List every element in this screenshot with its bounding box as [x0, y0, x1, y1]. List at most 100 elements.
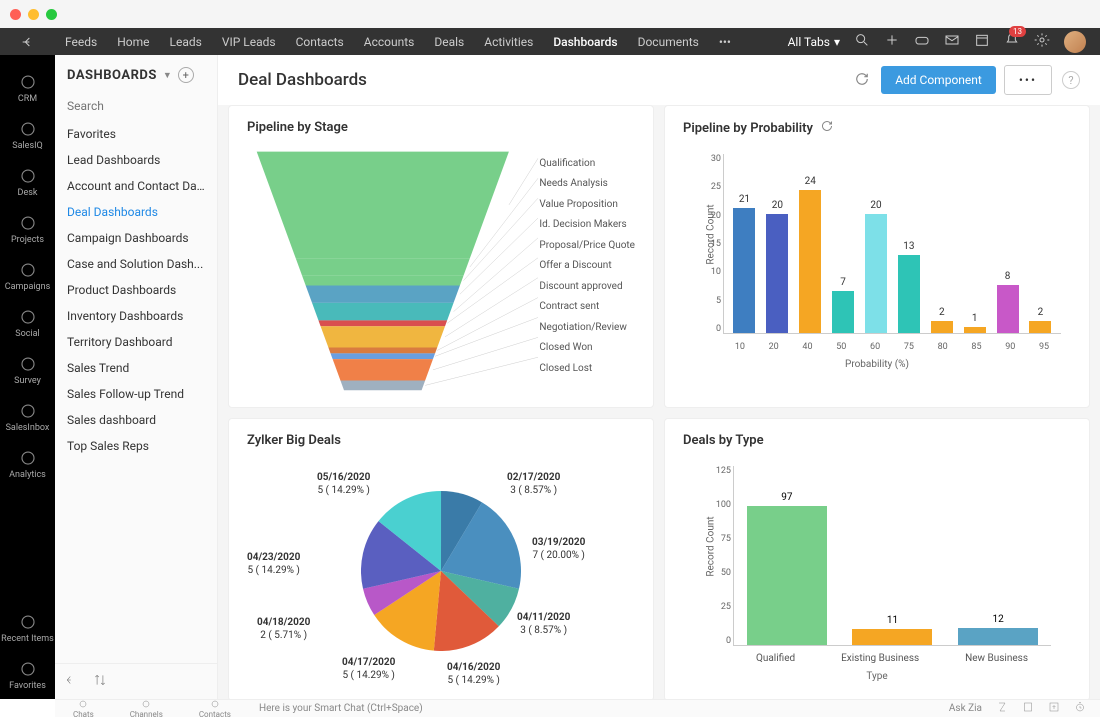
bottom-bar: ChatsChannelsContacts Here is your Smart… [55, 699, 1100, 717]
bar: 97 [747, 506, 827, 645]
topnav-tab[interactable]: Dashboards [543, 29, 627, 55]
rail-item[interactable]: SalesIQ [0, 112, 55, 159]
calendar-icon[interactable] [974, 32, 990, 51]
bar-chart: Record Count 302520151050 21202472013218… [683, 144, 1071, 374]
refresh-icon[interactable] [821, 120, 833, 136]
bar: 13 [898, 255, 920, 333]
dashboard-sidebar: DASHBOARDS ▼ + FavoritesLead DashboardsA… [55, 55, 218, 699]
topnav-tab[interactable]: Leads [160, 29, 212, 55]
app-rail: CRMSalesIQDeskProjectsCampaignsSocialSur… [0, 55, 55, 699]
sidebar-item[interactable]: Case and Solution Dash... [55, 251, 217, 277]
bottom-tab[interactable]: Channels [112, 698, 181, 719]
card-pipeline-stage: Pipeline by Stage QualificationNeeds Ana… [228, 105, 654, 408]
help-icon[interactable]: ? [1062, 71, 1080, 89]
plus-icon[interactable] [884, 32, 900, 51]
add-component-button[interactable]: Add Component [881, 66, 996, 94]
x-axis-label: Probability (%) [845, 359, 909, 370]
close-dot-icon[interactable] [10, 9, 21, 20]
bar: 20 [865, 214, 887, 333]
sidebar-item[interactable]: Territory Dashboard [55, 329, 217, 355]
funnel-stage-label: Offer a Discount [539, 256, 635, 277]
smart-chat-input[interactable]: Here is your Smart Chat (Ctrl+Space) [249, 703, 949, 714]
note-icon[interactable] [1022, 701, 1034, 716]
topnav-tab[interactable]: Contacts [286, 29, 354, 55]
topnav-tab[interactable]: Documents [628, 29, 709, 55]
topnav-tab[interactable]: Deals [424, 29, 474, 55]
bar: 11 [852, 629, 932, 645]
funnel-stage-label: Id. Decision Makers [539, 215, 635, 236]
upload-icon[interactable] [1048, 701, 1060, 716]
maximize-dot-icon[interactable] [46, 9, 57, 20]
gamepad-icon[interactable] [914, 32, 930, 51]
add-dashboard-button[interactable]: + [178, 67, 194, 83]
mail-icon[interactable] [944, 32, 960, 51]
funnel-stage-label: Qualification [539, 153, 635, 174]
funnel-stage-label: Closed Won [539, 338, 635, 359]
pie-slice-label: 04/18/20202 ( 5.71% ) [257, 616, 310, 642]
topnav-tab[interactable]: Home [107, 29, 159, 55]
clock-icon[interactable] [1074, 701, 1086, 716]
bar: 20 [766, 214, 788, 333]
chevron-down-icon[interactable]: ▼ [163, 70, 172, 81]
card-big-deals: Zylker Big Deals 02/17/20203 ( 8.57% )03… [228, 418, 654, 699]
card-title: Zylker Big Deals [247, 433, 635, 448]
sidebar-item[interactable]: Lead Dashboards [55, 147, 217, 173]
bottom-tab[interactable]: Chats [55, 698, 112, 719]
rail-item[interactable]: Campaigns [0, 253, 55, 300]
back-icon[interactable] [0, 34, 55, 50]
minimize-dot-icon[interactable] [28, 9, 39, 20]
x-axis-label: Type [866, 671, 887, 682]
main-content: Deal Dashboards Add Component ••• ? Pipe… [218, 55, 1100, 699]
rail-item[interactable]: Projects [0, 206, 55, 253]
rail-item[interactable]: CRM [0, 65, 55, 112]
rail-item[interactable]: Survey [0, 347, 55, 394]
card-pipeline-probability: Pipeline by Probability Record Count 302… [664, 105, 1090, 408]
rail-item[interactable]: SalesInbox [0, 394, 55, 441]
rail-item[interactable]: Social [0, 300, 55, 347]
pie-slice-label: 04/23/20205 ( 14.29% ) [247, 551, 300, 577]
topnav-tab[interactable]: Accounts [354, 29, 425, 55]
funnel-stage-label: Proposal/Price Quote [539, 235, 635, 256]
sidebar-item[interactable]: Deal Dashboards [55, 199, 217, 225]
topnav-tab[interactable]: Feeds [55, 29, 107, 55]
zia-icon[interactable] [996, 701, 1008, 716]
funnel-stage-label: Closed Lost [539, 358, 635, 379]
gear-icon[interactable] [1034, 32, 1050, 51]
refresh-icon[interactable] [855, 71, 869, 90]
sidebar-item[interactable]: Sales Follow-up Trend [55, 381, 217, 407]
sidebar-item[interactable]: Favorites [55, 121, 217, 147]
more-tabs-icon[interactable]: ••• [709, 29, 741, 55]
collapse-icon[interactable] [65, 672, 79, 691]
sort-icon[interactable] [93, 672, 107, 691]
bar: 24 [799, 190, 821, 333]
topnav-tab[interactable]: VIP Leads [212, 29, 286, 55]
sidebar-search-input[interactable] [63, 95, 209, 117]
sidebar-item[interactable]: Sales dashboard [55, 407, 217, 433]
all-tabs-dropdown[interactable]: All Tabs ▾ [788, 35, 840, 49]
user-avatar[interactable] [1064, 31, 1086, 53]
search-icon[interactable] [854, 32, 870, 51]
window-titlebar [0, 0, 1100, 28]
ask-zia-button[interactable]: Ask Zia [949, 703, 982, 714]
rail-item[interactable]: Favorites [0, 652, 55, 699]
notifications-icon[interactable]: 13 [1004, 32, 1020, 51]
sidebar-item[interactable]: Product Dashboards [55, 277, 217, 303]
sidebar-item[interactable]: Top Sales Reps [55, 433, 217, 459]
pie-slice-label: 04/17/20205 ( 14.29% ) [342, 656, 395, 682]
topnav-tab[interactable]: Activities [474, 29, 543, 55]
rail-item[interactable]: Recent Items [0, 605, 55, 652]
page-title: Deal Dashboards [238, 70, 367, 90]
sidebar-item[interactable]: Inventory Dashboards [55, 303, 217, 329]
sidebar-title: DASHBOARDS [67, 68, 157, 83]
funnel-stage-label: Needs Analysis [539, 174, 635, 195]
bottom-tab[interactable]: Contacts [181, 698, 249, 719]
pie-slice-label: 04/16/20205 ( 14.29% ) [447, 661, 500, 687]
sidebar-item[interactable]: Sales Trend [55, 355, 217, 381]
more-actions-button[interactable]: ••• [1004, 65, 1052, 95]
rail-item[interactable]: Desk [0, 159, 55, 206]
card-title: Pipeline by Stage [247, 120, 635, 135]
sidebar-item[interactable]: Campaign Dashboards [55, 225, 217, 251]
rail-item[interactable]: Analytics [0, 441, 55, 488]
sidebar-item[interactable]: Account and Contact Da... [55, 173, 217, 199]
funnel-stage-label: Negotiation/Review [539, 317, 635, 338]
